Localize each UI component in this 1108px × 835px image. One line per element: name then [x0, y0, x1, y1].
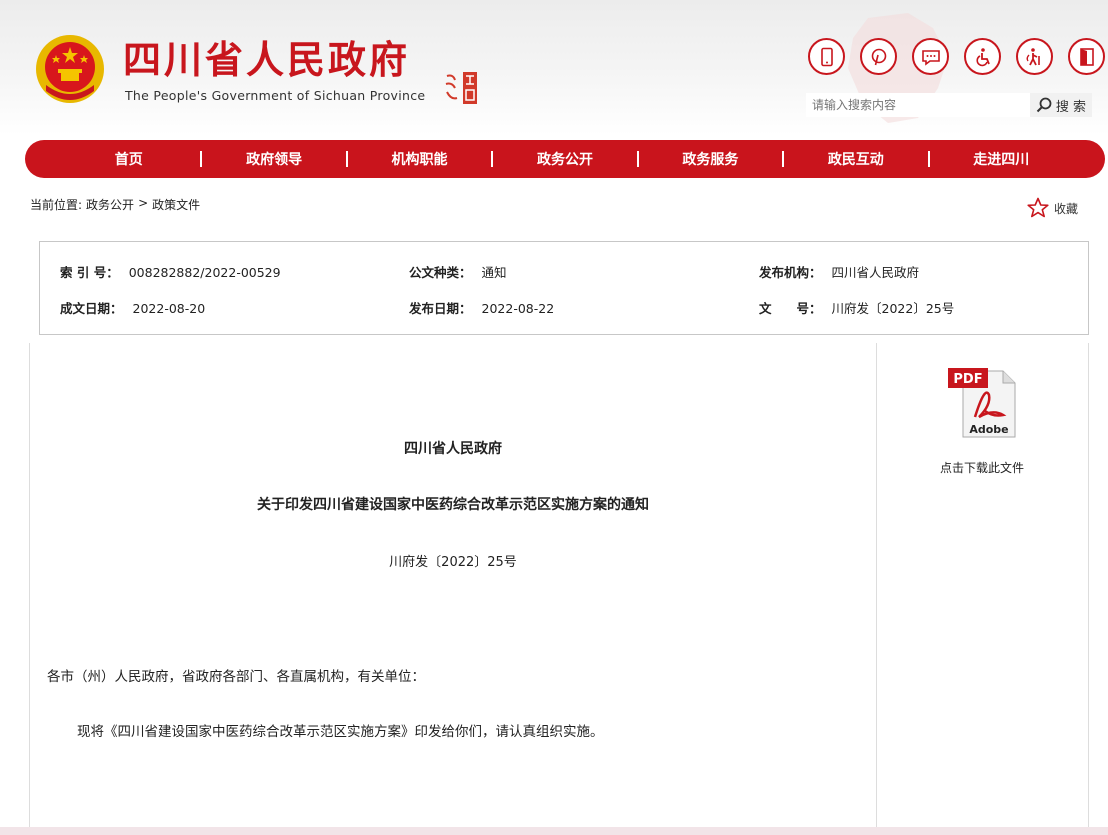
footer-strip [0, 827, 1108, 835]
accessibility-icon[interactable] [964, 38, 1001, 75]
nav-item-about-sichuan[interactable]: 走进四川 [930, 149, 1073, 169]
search-button-label: 搜 索 [1055, 99, 1087, 115]
pdf-badge-text: PDF [953, 372, 982, 387]
search-icon [1036, 97, 1052, 113]
favorite-label: 收藏 [1054, 201, 1079, 216]
download-file-link[interactable]: 点击下载此文件 [877, 459, 1087, 476]
document-salutation: 各市（州）人民政府，省政府各部门、各直属机构，有关单位： [47, 669, 425, 685]
message-icon[interactable] [912, 38, 949, 75]
document-body: 四川省人民政府 关于印发四川省建设国家中医药综合改革示范区实施方案的通知 川府发… [29, 0, 877, 835]
search-button[interactable]: 搜 索 [1030, 93, 1092, 117]
exit-icon[interactable] [1068, 38, 1105, 75]
pdf-file-icon[interactable]: PDF Adobe [945, 365, 1020, 440]
document-number: 川府发〔2022〕25号 [389, 555, 517, 570]
favorite-button[interactable]: 收藏 [1026, 196, 1078, 220]
adobe-brand-text: Adobe [969, 423, 1008, 436]
elderly-care-icon[interactable] [1016, 38, 1053, 75]
star-icon [1027, 197, 1049, 218]
document-issuer: 四川省人民政府 [404, 441, 502, 457]
document-title: 关于印发四川省建设国家中医药综合改革示范区实施方案的通知 [257, 497, 649, 513]
document-paragraph: 现将《四川省建设国家中医药综合改革示范区实施方案》印发给你们，请认真组织实施。 [77, 724, 604, 740]
